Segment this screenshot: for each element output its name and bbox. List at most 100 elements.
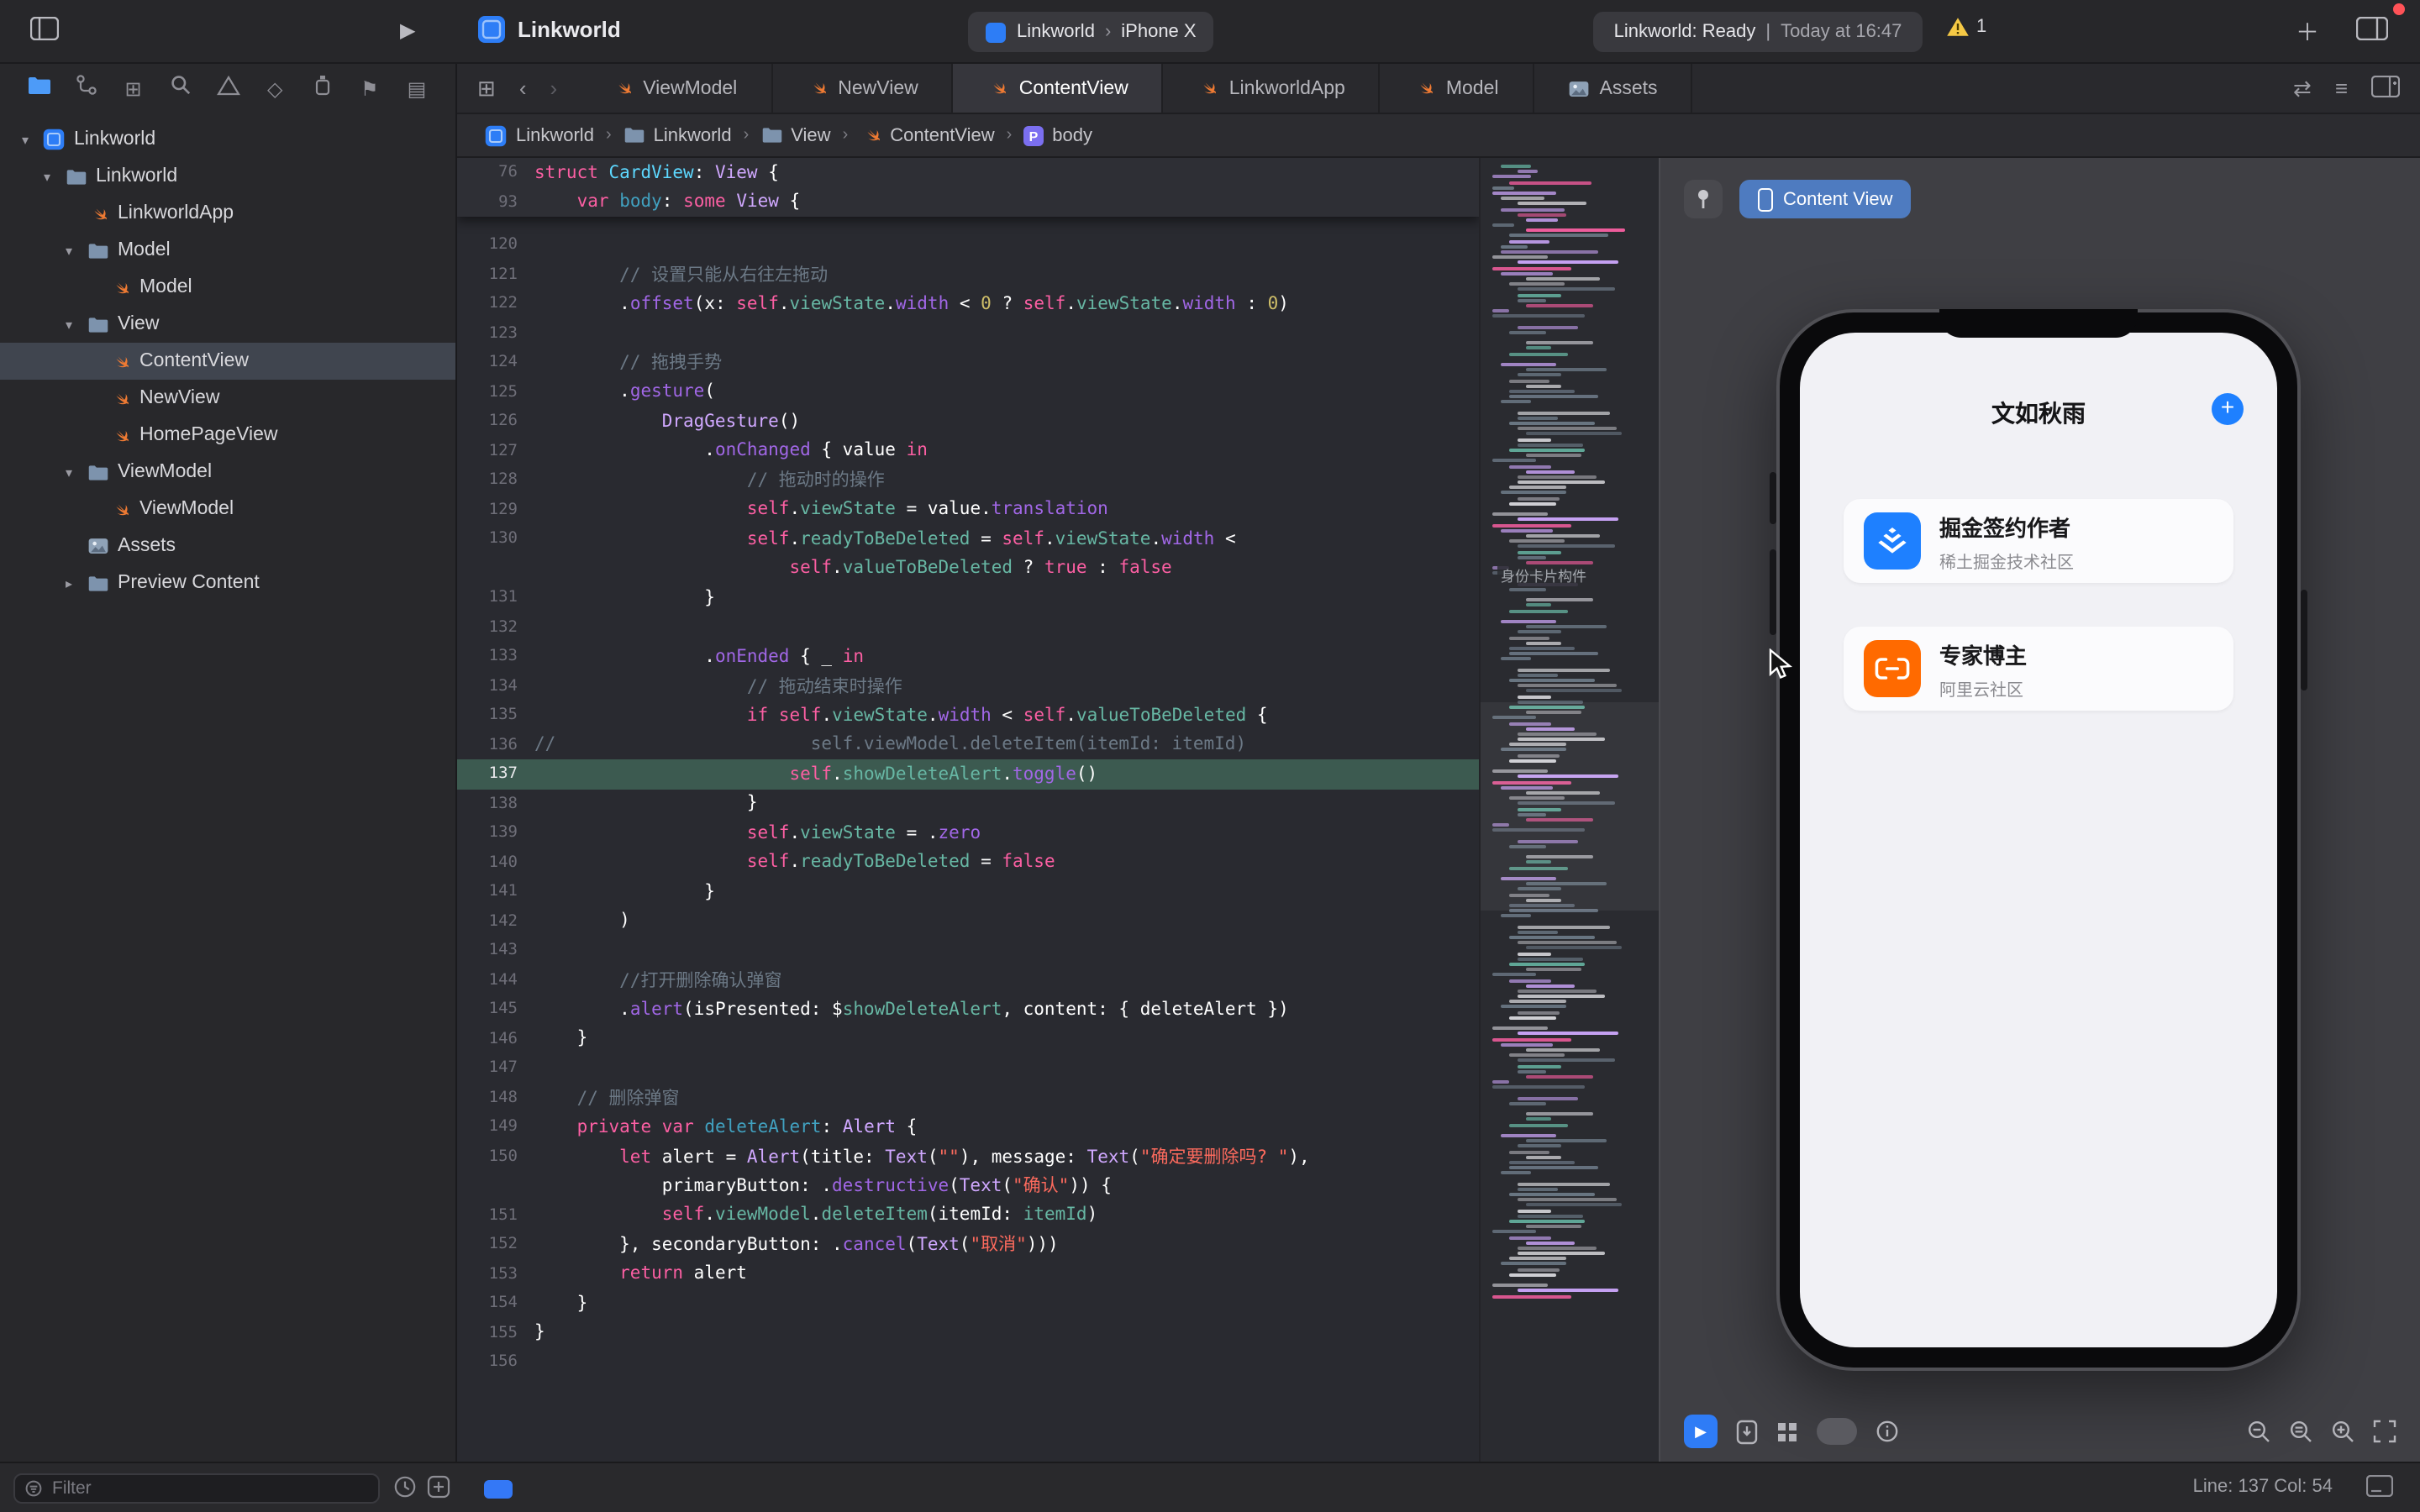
tree-item-Model[interactable]: Model	[0, 269, 455, 306]
code-line-145[interactable]: 145 .alert(isPresented: $showDeleteAlert…	[457, 995, 1479, 1024]
add-editor-icon[interactable]	[2370, 74, 2401, 102]
disclosure-open-icon[interactable]: ▾	[60, 465, 77, 480]
preview-on-device-button[interactable]	[1736, 1419, 1758, 1444]
breadcrumb-item-Linkworld[interactable]: Linkworld	[484, 123, 594, 147]
disclosure-open-icon[interactable]: ▾	[60, 317, 77, 332]
code-line-wrap[interactable]: self.valueToBeDeleted ? true : false	[457, 554, 1479, 583]
code-line-132[interactable]: 132	[457, 612, 1479, 642]
code-line-140[interactable]: 140 self.readyToBeDeleted = false	[457, 848, 1479, 877]
identity-card[interactable]: 掘金签约作者 稀土掘金技术社区	[1844, 499, 2233, 583]
warning-badge[interactable]: 1	[1946, 17, 1986, 37]
disclosure-closed-icon[interactable]: ▸	[60, 575, 77, 591]
tree-item-Assets[interactable]: Assets	[0, 528, 455, 564]
source-control-navigator-icon[interactable]	[71, 74, 101, 104]
code-editor[interactable]: 120 121 // 设置只能从右往左拖动 122 .offset(x: self.…	[457, 158, 1479, 1462]
code-line-154[interactable]: 154 }	[457, 1289, 1479, 1318]
tab-Assets[interactable]: Assets	[1534, 64, 1693, 113]
code-line-134[interactable]: 134 // 拖动结束时操作	[457, 671, 1479, 701]
tree-item-View[interactable]: ▾ View	[0, 306, 455, 343]
minimap-viewport[interactable]	[1481, 702, 1659, 911]
tree-item-ContentView[interactable]: ContentView	[0, 343, 455, 380]
zoom-in-button[interactable]	[2331, 1420, 2354, 1443]
code-line-138[interactable]: 138 }	[457, 789, 1479, 818]
tree-item-NewView[interactable]: NewView	[0, 380, 455, 417]
code-line-150[interactable]: 150 let alert = Alert(title: Text(""), m…	[457, 1142, 1479, 1171]
tree-item-LinkworldApp[interactable]: LinkworldApp	[0, 195, 455, 232]
code-line-125[interactable]: 125 .gesture(	[457, 377, 1479, 407]
code-line-149[interactable]: 149 private var deleteAlert: Alert {	[457, 1112, 1479, 1142]
code-line-156[interactable]: 156	[457, 1347, 1479, 1377]
tab-LinkworldApp[interactable]: LinkworldApp	[1164, 64, 1381, 113]
breadcrumb-item-ContentView[interactable]: ContentView	[860, 124, 995, 146]
identity-card[interactable]: 专家博主 阿里云社区	[1844, 627, 2233, 711]
code-line-124[interactable]: 124 // 拖拽手势	[457, 348, 1479, 377]
code-line-141[interactable]: 141 }	[457, 877, 1479, 906]
preview-info-button[interactable]	[1876, 1420, 1899, 1443]
run-button[interactable]: ▶	[400, 18, 415, 42]
tab-Model[interactable]: Model	[1381, 64, 1534, 113]
pin-preview-button[interactable]	[1684, 180, 1723, 218]
code-line-133[interactable]: 133 .onEnded { _ in	[457, 642, 1479, 671]
tab-ViewModel[interactable]: ViewModel	[577, 64, 773, 113]
code-line-130[interactable]: 130 self.readyToBeDeleted = self.viewSta…	[457, 524, 1479, 554]
forward-button[interactable]: ›	[550, 76, 558, 101]
zoom-100-button[interactable]	[2289, 1420, 2312, 1443]
breakpoint-navigator-icon[interactable]: ⚑	[355, 74, 385, 104]
code-line-137[interactable]: 137 self.showDeleteAlert.toggle()	[457, 759, 1479, 789]
code-line-128[interactable]: 128 // 拖动时的操作	[457, 465, 1479, 495]
code-review-icon[interactable]: ⇄	[2293, 75, 2312, 102]
disclosure-open-icon[interactable]: ▾	[60, 243, 77, 258]
library-add-button[interactable]: ＋	[2296, 15, 2319, 49]
minimap[interactable]: 身份卡片构件	[1479, 158, 1659, 1462]
code-line-121[interactable]: 121 // 设置只能从右往左拖动	[457, 260, 1479, 289]
test-navigator-icon[interactable]: ◇	[260, 74, 290, 104]
code-line-122[interactable]: 122 .offset(x: self.viewState.width < 0 …	[457, 289, 1479, 318]
disclosure-open-icon[interactable]: ▾	[39, 169, 55, 184]
code-line-143[interactable]: 143	[457, 936, 1479, 965]
sidebar-toggle-icon[interactable]	[29, 16, 60, 49]
breadcrumb-item-Linkworld[interactable]: Linkworld	[623, 125, 732, 145]
code-line-136[interactable]: 136 // self.viewModel.deleteItem(itemId: …	[457, 730, 1479, 759]
tree-item-ViewModel[interactable]: ViewModel	[0, 491, 455, 528]
code-line-126[interactable]: 126 DragGesture()	[457, 407, 1479, 436]
issue-navigator-icon[interactable]	[213, 74, 243, 104]
back-button[interactable]: ‹	[519, 76, 527, 101]
code-line-129[interactable]: 129 self.viewState = value.translation	[457, 495, 1479, 524]
editor-mode-icon[interactable]	[2365, 1474, 2394, 1505]
tree-item-Preview-Content[interactable]: ▸ Preview Content	[0, 564, 455, 601]
editor-options-button[interactable]	[2355, 16, 2389, 49]
tree-item-ViewModel[interactable]: ▾ ViewModel	[0, 454, 455, 491]
code-line-135[interactable]: 135 if self.viewState.width < self.value…	[457, 701, 1479, 730]
related-items-icon[interactable]: ⊞	[477, 75, 496, 102]
code-line-127[interactable]: 127 .onChanged { value in	[457, 436, 1479, 465]
code-line-148[interactable]: 148 // 删除弹窗	[457, 1083, 1479, 1112]
live-preview-button[interactable]: ▶	[1684, 1415, 1718, 1448]
code-line-76[interactable]: 76 struct CardView: View {	[457, 158, 1479, 187]
code-line-131[interactable]: 131 }	[457, 583, 1479, 612]
code-line-146[interactable]: 146 }	[457, 1024, 1479, 1053]
project-navigator-icon[interactable]	[24, 74, 54, 104]
breakpoints-toggle[interactable]	[484, 1480, 513, 1499]
scheme-selector[interactable]: Linkworld › iPhone X	[968, 12, 1213, 52]
breadcrumb-item-body[interactable]: Pbody	[1023, 125, 1092, 145]
code-line-147[interactable]: 147	[457, 1053, 1479, 1083]
code-line-152[interactable]: 152 }, secondaryButton: .cancel(Text("取消…	[457, 1230, 1479, 1259]
recent-files-clock-icon[interactable]	[393, 1475, 417, 1507]
adjust-editor-icon[interactable]: ≡	[2335, 76, 2348, 101]
symbol-navigator-icon[interactable]: ⊞	[118, 74, 149, 104]
disclosure-open-icon[interactable]: ▾	[17, 132, 34, 147]
zoom-out-button[interactable]	[2247, 1420, 2270, 1443]
zoom-fit-button[interactable]	[2373, 1420, 2396, 1443]
code-line-120[interactable]: 120	[457, 230, 1479, 260]
report-navigator-icon[interactable]: ▤	[402, 74, 432, 104]
tree-item-Model[interactable]: ▾ Model	[0, 232, 455, 269]
add-card-button[interactable]: +	[2212, 393, 2244, 425]
code-line-93[interactable]: 93 var body: some View {	[457, 187, 1479, 217]
code-line-155[interactable]: 155}	[457, 1318, 1479, 1347]
code-line-151[interactable]: 151 self.viewModel.deleteItem(itemId: it…	[457, 1200, 1479, 1230]
tree-item-Linkworld[interactable]: ▾ Linkworld	[0, 158, 455, 195]
tab-NewView[interactable]: NewView	[772, 64, 954, 113]
tab-ContentView[interactable]: ContentView	[953, 64, 1164, 113]
code-line-153[interactable]: 153 return alert	[457, 1259, 1479, 1289]
code-line-123[interactable]: 123	[457, 318, 1479, 348]
